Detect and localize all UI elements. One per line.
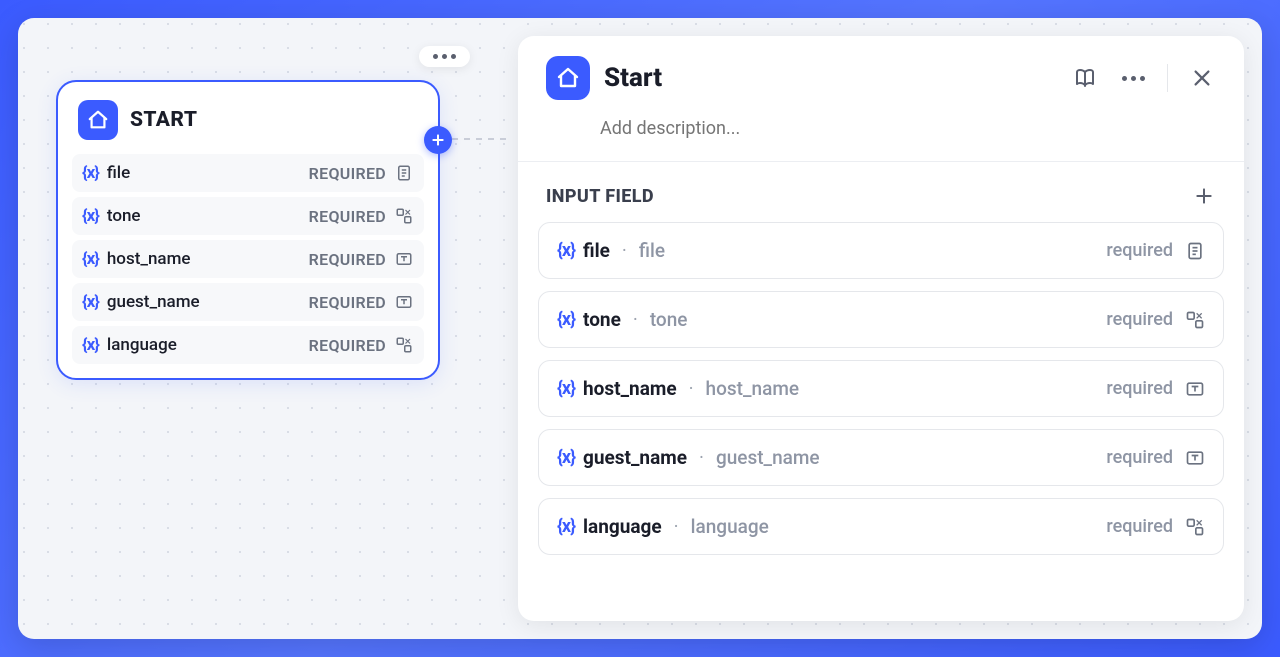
select-type-icon: [1185, 310, 1205, 330]
variable-icon: {x}: [557, 378, 575, 399]
separator: ·: [674, 515, 679, 538]
variable-row[interactable]: {x} tone REQUIRED: [72, 197, 424, 235]
home-icon: [78, 100, 118, 140]
variable-icon: {x}: [82, 206, 99, 226]
text-type-icon: [1185, 448, 1205, 468]
separator: ·: [633, 308, 638, 331]
panel-actions: [1071, 64, 1216, 92]
home-icon: [546, 56, 590, 100]
field-name: language: [583, 515, 662, 538]
section-header: INPUT FIELD: [518, 184, 1244, 222]
file-type-icon: [1185, 241, 1205, 261]
divider: [518, 161, 1244, 162]
required-label: required: [1106, 447, 1173, 468]
variable-icon: {x}: [82, 249, 99, 269]
variable-name: language: [107, 335, 177, 355]
close-icon: [1191, 67, 1213, 89]
variable-icon: {x}: [557, 240, 575, 261]
text-type-icon: [394, 249, 414, 269]
book-icon: [1073, 66, 1097, 90]
add-connection-button[interactable]: [424, 126, 452, 154]
panel-description: [518, 108, 1244, 161]
separator: ·: [622, 239, 627, 262]
variable-icon: {x}: [557, 309, 575, 330]
add-field-button[interactable]: [1192, 184, 1216, 208]
input-field-row[interactable]: {x} file · file required: [538, 222, 1224, 279]
required-label: REQUIRED: [309, 293, 386, 312]
input-field-row[interactable]: {x} host_name · host_name required: [538, 360, 1224, 417]
node-body: {x} file REQUIRED {x} tone: [58, 154, 438, 378]
app-surface: START {x} file REQUIRED: [18, 18, 1262, 639]
separator: ·: [699, 446, 704, 469]
field-alias: language: [691, 515, 769, 538]
panel-title: Start: [604, 63, 1057, 93]
select-type-icon: [1185, 517, 1205, 537]
variable-name: guest_name: [107, 292, 200, 312]
divider: [1167, 64, 1168, 92]
select-type-icon: [394, 335, 414, 355]
variable-icon: {x}: [82, 335, 99, 355]
panel-header: Start: [518, 36, 1244, 108]
variable-name: file: [107, 163, 130, 183]
variable-row[interactable]: {x} host_name REQUIRED: [72, 240, 424, 278]
plus-icon: [1194, 186, 1214, 206]
close-button[interactable]: [1188, 64, 1216, 92]
canvas-more-button[interactable]: [419, 46, 470, 67]
file-type-icon: [394, 163, 414, 183]
required-label: REQUIRED: [309, 250, 386, 269]
start-node[interactable]: START {x} file REQUIRED: [56, 80, 440, 380]
section-title: INPUT FIELD: [546, 186, 654, 207]
docs-button[interactable]: [1071, 64, 1099, 92]
required-label: REQUIRED: [309, 164, 386, 183]
field-alias: guest_name: [716, 446, 820, 469]
field-alias: tone: [650, 308, 688, 331]
required-label: required: [1106, 516, 1173, 537]
text-type-icon: [1185, 379, 1205, 399]
detail-panel: Start INPUT FIELD: [518, 36, 1244, 621]
field-name: file: [583, 239, 610, 262]
required-label: required: [1106, 378, 1173, 399]
required-label: REQUIRED: [309, 336, 386, 355]
variable-icon: {x}: [557, 516, 575, 537]
input-field-row[interactable]: {x} tone · tone required: [538, 291, 1224, 348]
plus-icon: [430, 132, 446, 148]
canvas[interactable]: START {x} file REQUIRED: [18, 18, 518, 639]
field-alias: file: [639, 239, 665, 262]
variable-name: tone: [107, 206, 141, 226]
variable-row[interactable]: {x} guest_name REQUIRED: [72, 283, 424, 321]
more-icon: [433, 54, 456, 59]
required-label: REQUIRED: [309, 207, 386, 226]
required-label: required: [1106, 240, 1173, 261]
select-type-icon: [394, 206, 414, 226]
separator: ·: [689, 377, 694, 400]
variable-icon: {x}: [557, 447, 575, 468]
field-list: {x} file · file required {x} tone ·: [518, 222, 1244, 567]
input-field-row[interactable]: {x} language · language required: [538, 498, 1224, 555]
variable-icon: {x}: [82, 163, 99, 183]
input-field-row[interactable]: {x} guest_name · guest_name required: [538, 429, 1224, 486]
field-name: host_name: [583, 377, 677, 400]
required-label: required: [1106, 309, 1173, 330]
variable-name: host_name: [107, 249, 191, 269]
field-name: guest_name: [583, 446, 687, 469]
variable-row[interactable]: {x} file REQUIRED: [72, 154, 424, 192]
panel-more-button[interactable]: [1119, 64, 1147, 92]
variable-row[interactable]: {x} language REQUIRED: [72, 326, 424, 364]
node-header: START: [58, 82, 438, 154]
field-alias: host_name: [706, 377, 800, 400]
variable-icon: {x}: [82, 292, 99, 312]
node-title: START: [130, 108, 197, 132]
text-type-icon: [394, 292, 414, 312]
description-input[interactable]: [600, 118, 1216, 139]
more-icon: [1122, 76, 1145, 81]
field-name: tone: [583, 308, 621, 331]
